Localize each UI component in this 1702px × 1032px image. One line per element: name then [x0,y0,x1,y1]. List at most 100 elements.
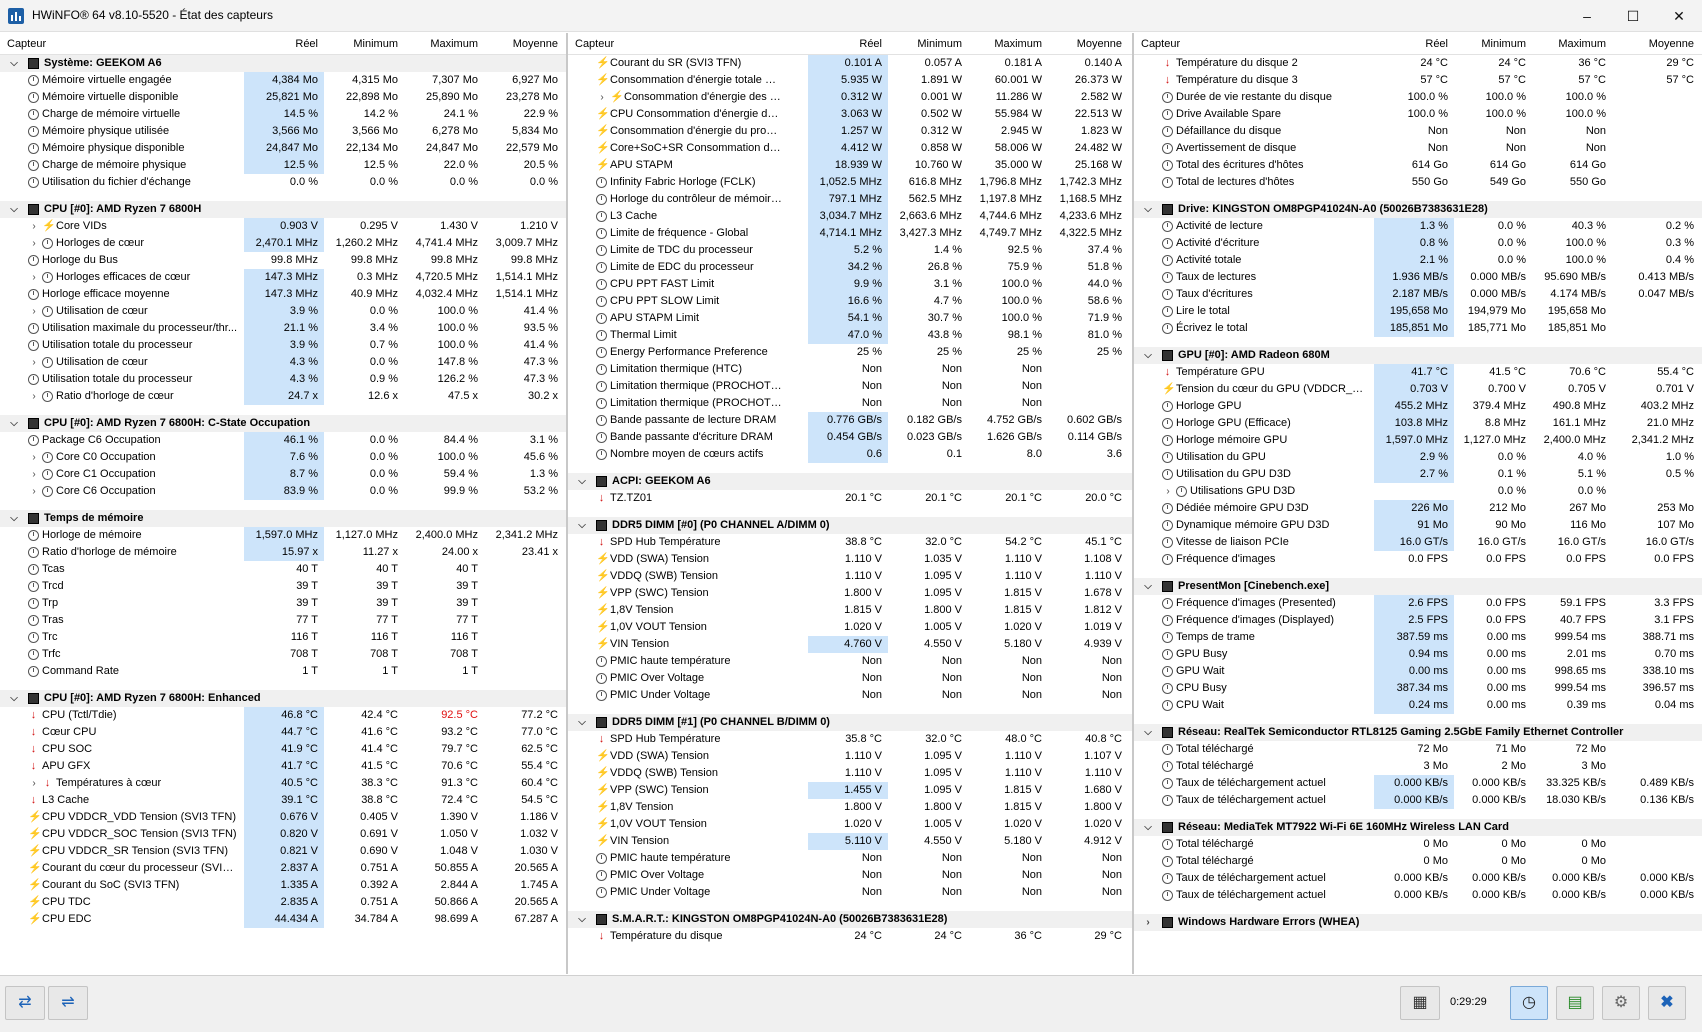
sensor-row[interactable]: ⚡ CPU VDDCR_SR Tension (SVI3 TFN) 0.821 V 0… [0,843,566,860]
sensor-row[interactable]: Activité totale 2.1 % 0.0 % 100.0 % 0.4 % [1134,252,1702,269]
sensor-row[interactable]: ⚡ VPP (SWC) Tension 1.800 V 1.095 V 1.815 V 1… [568,585,1132,602]
network-icon[interactable]: ▦ [1400,986,1440,1020]
sensor-row[interactable]: Nombre moyen de cœurs actifs 0.6 0.1 8.0 3.6 [568,446,1132,463]
sensor-row[interactable]: Horloge efficace moyenne 147.3 MHz 40.9 MH… [0,286,566,303]
sensor-row[interactable]: Mémoire physique utilisée 3,566 Mo 3,566 M… [0,123,566,140]
header-min[interactable]: Minimum [1454,38,1532,50]
sensor-group-header[interactable]: ⌵ CPU [#0]: AMD Ryzen 7 6800H [0,201,566,218]
sensor-row[interactable]: Écrivez le total 185,851 Mo 185,771 Mo 185,… [1134,320,1702,337]
sensor-row[interactable]: Taux de téléchargement actuel 0.000 KB/s 0… [1134,887,1702,904]
column-header[interactable]: Capteur Réel Minimum Maximum Moyenne [0,33,566,55]
sensor-row[interactable]: ↓ Température du disque 24 °C 24 °C 36 °C 29 … [568,928,1132,945]
sensor-row[interactable]: › Core C1 Occupation 8.7 % 0.0 % 59.4 % 1.3 % [0,466,566,483]
sensor-row[interactable]: Fréquence d'images (Displayed) 2.5 FPS 0.0… [1134,612,1702,629]
sensor-row[interactable]: › Utilisations GPU D3D 0.0 % 0.0 % [1134,483,1702,500]
sensor-row[interactable]: CPU Busy 387.34 ms 0.00 ms 999.54 ms 396.57 … [1134,680,1702,697]
sensor-row[interactable]: Horloge du Bus 99.8 MHz 99.8 MHz 99.8 MHz 99… [0,252,566,269]
chevron-down-icon[interactable]: ⌵ [8,510,20,527]
sensor-row[interactable]: ⚡ 1,0V VOUT Tension 1.020 V 1.005 V 1.020 V 1… [568,619,1132,636]
sensor-row[interactable]: Tras 77 T 77 T 77 T [0,612,566,629]
sensor-panel-3[interactable]: Capteur Réel Minimum Maximum Moyenne ↓ Tempéra… [1134,33,1702,974]
sensor-row[interactable]: Dédiée mémoire GPU D3D 226 Mo 212 Mo 267 Mo… [1134,500,1702,517]
sensor-group-header[interactable]: ⌵ Réseau: RealTek Semiconductor RTL8125 G… [1134,724,1702,741]
sensor-row[interactable]: Utilisation maximale du processeur/thr..… [0,320,566,337]
sensor-row[interactable]: Limite de EDC du processeur 34.2 % 26.8 % 7… [568,259,1132,276]
chevron-right-icon[interactable]: › [28,235,40,252]
sensor-row[interactable]: Activité d'écriture 0.8 % 0.0 % 100.0 % 0.3 … [1134,235,1702,252]
sensor-row[interactable]: › Core C6 Occupation 83.9 % 0.0 % 99.9 % 53.2… [0,483,566,500]
column-header[interactable]: Capteur Réel Minimum Maximum Moyenne [568,33,1132,55]
sensor-row[interactable]: › ↓ Températures à cœur 40.5 °C 38.3 °C 91.3 … [0,775,566,792]
header-sensor[interactable]: Capteur [7,38,46,50]
header-real[interactable]: Réel [1374,38,1454,50]
sensor-row[interactable]: CPU Wait 0.24 ms 0.00 ms 0.39 ms 0.04 ms [1134,697,1702,714]
sensor-row[interactable]: ↓ TZ.TZ01 20.1 °C 20.1 °C 20.1 °C 20.0 °C [568,490,1132,507]
chevron-down-icon[interactable]: ⌵ [1142,724,1154,741]
sensor-row[interactable]: Limitation thermique (PROCHOT CPU) Non Non… [568,378,1132,395]
sensor-group-header[interactable]: ⌵ ACPI: GEEKOM A6 [568,473,1132,490]
sensor-row[interactable]: Trp 39 T 39 T 39 T [0,595,566,612]
chevron-right-icon[interactable]: › [28,466,40,483]
sensor-row[interactable]: Taux de téléchargement actuel 0.000 KB/s 0… [1134,870,1702,887]
sensor-row[interactable]: Total de lectures d'hôtes 550 Go 549 Go 550… [1134,174,1702,191]
sensor-row[interactable]: Horloge du contrôleur de mémoire (UCLK) 7… [568,191,1132,208]
chevron-down-icon[interactable]: ⌵ [8,690,20,707]
chevron-right-icon[interactable]: › [596,89,608,106]
sensor-row[interactable]: Avertissement de disque Non Non Non [1134,140,1702,157]
sensor-row[interactable]: Taux de téléchargement actuel 0.000 KB/s 0… [1134,792,1702,809]
chevron-down-icon[interactable]: ⌵ [1142,578,1154,595]
sensor-row[interactable]: ⚡ VIN Tension 4.760 V 4.550 V 5.180 V 4.939 V [568,636,1132,653]
expand-columns-icon[interactable]: ⇄ [5,986,45,1020]
sensor-row[interactable]: Activité de lecture 1.3 % 0.0 % 40.3 % 0.2 % [1134,218,1702,235]
clock-reset-icon[interactable]: ◷ [1510,986,1548,1020]
chevron-right-icon[interactable]: › [28,269,40,286]
sensor-row[interactable]: PMIC haute température Non Non Non Non [568,850,1132,867]
chevron-down-icon[interactable]: ⌵ [8,201,20,218]
sensor-row[interactable]: ⚡ VIN Tension 5.110 V 4.550 V 5.180 V 4.912 V [568,833,1132,850]
sensor-row[interactable]: Limitation thermique (HTC) Non Non Non [568,361,1132,378]
sensor-row[interactable]: Temps de trame 387.59 ms 0.00 ms 999.54 ms 3… [1134,629,1702,646]
sensor-row[interactable]: Mémoire virtuelle disponible 25,821 Mo 22,… [0,89,566,106]
sensor-row[interactable]: CPU PPT FAST Limit 9.9 % 3.1 % 100.0 % 44.0 … [568,276,1132,293]
header-min[interactable]: Minimum [888,38,968,50]
sensor-group-header[interactable]: ⌵ GPU [#0]: AMD Radeon 680M [1134,347,1702,364]
sensor-row[interactable]: Horloge GPU 455.2 MHz 379.4 MHz 490.8 MHz 40… [1134,398,1702,415]
sensor-group-header[interactable]: ⌵ Réseau: MediaTek MT7922 Wi-Fi 6E 160MHz… [1134,819,1702,836]
sensor-row[interactable]: Bande passante d'écriture DRAM 0.454 GB/s… [568,429,1132,446]
sensor-row[interactable]: ↓ Température du disque 3 57 °C 57 °C 57 °C 5… [1134,72,1702,89]
sensor-row[interactable]: CPU PPT SLOW Limit 16.6 % 4.7 % 100.0 % 58.6… [568,293,1132,310]
sensor-row[interactable]: Limite de TDC du processeur 5.2 % 1.4 % 92.… [568,242,1132,259]
sensor-row[interactable]: ⚡ VDDQ (SWB) Tension 1.110 V 1.095 V 1.110 V… [568,568,1132,585]
sensor-row[interactable]: Durée de vie restante du disque 100.0 % 10… [1134,89,1702,106]
sensor-row[interactable]: PMIC Under Voltage Non Non Non Non [568,884,1132,901]
sensor-row[interactable]: Taux d'écritures 2.187 MB/s 0.000 MB/s 4.17… [1134,286,1702,303]
sensor-row[interactable]: ⚡CPU Consommation d'énergie du cœur ... 3… [568,106,1132,123]
sensor-row[interactable]: ⚡ Courant du SoC (SVI3 TFN) 1.335 A 0.392 A… [0,877,566,894]
sensor-row[interactable]: › ⚡ Core VIDs 0.903 V 0.295 V 1.430 V 1.210 V [0,218,566,235]
chevron-down-icon[interactable]: ⌵ [576,517,588,534]
sensor-row[interactable]: PMIC Under Voltage Non Non Non Non [568,687,1132,704]
sensor-panel-1[interactable]: Capteur Réel Minimum Maximum Moyenne ⌵ Système… [0,33,568,974]
sensor-row[interactable]: Utilisation totale du processeur 3.9 % 0.7… [0,337,566,354]
sensor-row[interactable]: ↓ SPD Hub Température 35.8 °C 32.0 °C 48.0 °… [568,731,1132,748]
sensor-row[interactable]: Lire le total 195,658 Mo 194,979 Mo 195,658… [1134,303,1702,320]
chevron-down-icon[interactable]: ⌵ [1142,347,1154,364]
sensor-row[interactable]: ↓ Température du disque 2 24 °C 24 °C 36 °C 2… [1134,55,1702,72]
sensor-group-header[interactable]: ⌵ CPU [#0]: AMD Ryzen 7 6800H: C-State Oc… [0,415,566,432]
sensor-row[interactable]: Infinity Fabric Horloge (FCLK) 1,052.5 MH… [568,174,1132,191]
sensor-row[interactable]: ⚡Core+SoC+SR Consommation d'énergi... 4.4… [568,140,1132,157]
sensor-row[interactable]: Trcd 39 T 39 T 39 T [0,578,566,595]
sensor-row[interactable]: Trfc 708 T 708 T 708 T [0,646,566,663]
sensor-group-header[interactable]: ⌵ Temps de mémoire [0,510,566,527]
sensor-row[interactable]: Drive Available Spare 100.0 % 100.0 % 100.0… [1134,106,1702,123]
sensor-row[interactable]: APU STAPM Limit 54.1 % 30.7 % 100.0 % 71.9 % [568,310,1132,327]
chevron-right-icon[interactable]: › [28,354,40,371]
header-avg[interactable]: Moyenne [1612,38,1700,50]
header-avg[interactable]: Moyenne [484,38,564,50]
sensor-row[interactable]: Charge de mémoire physique 12.5 % 12.5 % 22… [0,157,566,174]
chevron-right-icon[interactable]: › [1142,914,1154,931]
sensor-row[interactable]: ⚡Consommation d'énergie du processeu... 1… [568,123,1132,140]
header-max[interactable]: Maximum [404,38,484,50]
sensor-group-header[interactable]: ⌵ Drive: KINGSTON OM8PGP41024N-A0 (50026B… [1134,201,1702,218]
sensor-row[interactable]: ⚡ 1,8V Tension 1.800 V 1.800 V 1.815 V 1.800 … [568,799,1132,816]
